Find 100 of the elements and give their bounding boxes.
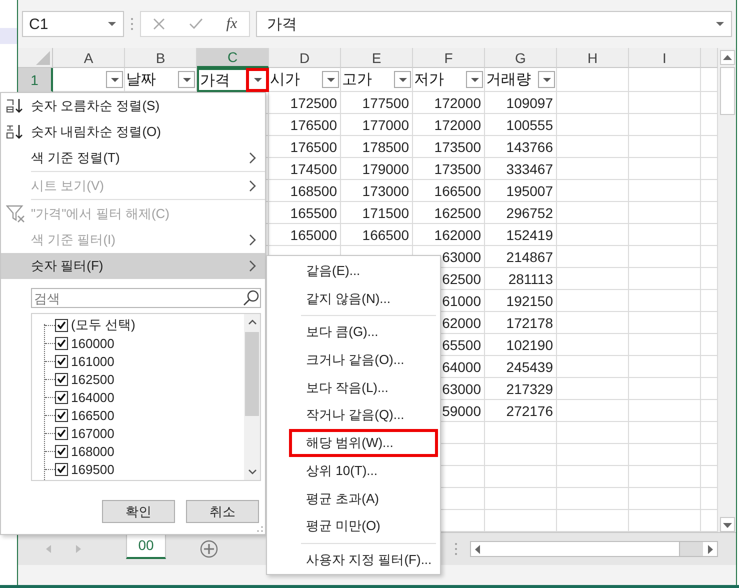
sheet-tab[interactable]: 00	[126, 533, 166, 559]
menu-item[interactable]: 사용자 지정 필터(F)...	[289, 546, 438, 574]
table-cell	[629, 422, 701, 444]
grip-icon[interactable]	[454, 542, 458, 556]
filter-dropdown-button[interactable]	[322, 71, 339, 88]
value-label[interactable]: 167000	[71, 426, 114, 440]
checkbox[interactable]	[55, 462, 68, 476]
check-icon[interactable]	[188, 18, 203, 30]
dialog-button[interactable]: 취소	[186, 500, 259, 523]
chevron-right-icon	[249, 152, 257, 164]
column-header[interactable]: C	[197, 48, 269, 68]
dropdown-arrow-icon	[254, 78, 262, 82]
table-cell: 165000	[269, 224, 341, 246]
menu-item[interactable]: 해당 범위(W)...	[289, 429, 438, 458]
dialog-button[interactable]: 확인	[102, 500, 175, 523]
table-cell: 192150	[485, 290, 557, 312]
table-cell: 102190	[485, 334, 557, 356]
value-label[interactable]: 166500	[71, 408, 114, 422]
table-cell: 165500	[269, 202, 341, 224]
scrollbar-thumb[interactable]	[245, 332, 259, 416]
value-label[interactable]: 164000	[71, 390, 114, 404]
scroll-down-button[interactable]	[720, 517, 734, 532]
up-chevron-icon[interactable]	[248, 319, 256, 325]
table-cell	[629, 488, 701, 510]
add-sheet-icon[interactable]	[200, 540, 218, 558]
checkbox[interactable]	[55, 426, 68, 440]
filter-dropdown-button[interactable]	[394, 71, 411, 88]
chevron-right-icon	[249, 260, 257, 272]
checkbox[interactable]	[55, 372, 68, 386]
filter-dropdown-button[interactable]	[466, 71, 483, 88]
table-cell: 333467	[485, 158, 557, 180]
right-arrow-icon[interactable]	[707, 544, 713, 554]
insert-function-button[interactable]: fx	[226, 16, 238, 32]
menu-item[interactable]: 평균 초과(A)	[289, 484, 438, 513]
header-label: 저가	[414, 70, 444, 89]
table-cell	[629, 202, 701, 224]
vertical-scrollbar[interactable]	[718, 48, 736, 532]
down-chevron-icon[interactable]	[248, 469, 256, 475]
column-header[interactable]: E	[341, 48, 413, 68]
menu-item[interactable]: 상위 10(T)...	[289, 457, 438, 485]
horizontal-scrollbar[interactable]	[470, 541, 718, 557]
filter-dropdown-button[interactable]	[178, 71, 195, 88]
scrollbar-thumb[interactable]	[720, 67, 734, 115]
table-cell: 173000	[341, 180, 413, 202]
value-label[interactable]: (모두 선택)	[71, 316, 136, 334]
value-label[interactable]: 162500	[71, 372, 114, 386]
clear-filter-icon	[6, 205, 26, 223]
column-header[interactable]: I	[629, 48, 701, 68]
table-cell	[629, 356, 701, 378]
table-cell	[485, 422, 557, 444]
table-cell	[629, 466, 701, 488]
column-header[interactable]: A	[53, 48, 125, 68]
column-header[interactable]: H	[557, 48, 629, 68]
menu-item[interactable]: 숫자 내림차순 정렬(O)	[1, 119, 265, 145]
value-label[interactable]: 160000	[71, 336, 114, 350]
checkbox[interactable]	[55, 390, 68, 404]
checkbox[interactable]	[55, 318, 68, 332]
table-cell	[629, 68, 701, 92]
filter-dropdown-button[interactable]	[246, 68, 269, 92]
menu-item[interactable]: 숫자 오름차순 정렬(S)	[1, 93, 265, 119]
column-header[interactable]: F	[413, 48, 485, 68]
menu-item[interactable]: 색 기준 정렬(T)	[1, 145, 265, 171]
column-header[interactable]: D	[269, 48, 341, 68]
left-arrow-icon[interactable]	[475, 544, 481, 554]
table-cell	[557, 202, 629, 224]
table-cell: 168500	[269, 180, 341, 202]
table-cell: 172000	[413, 114, 485, 136]
table-cell: 217329	[485, 378, 557, 400]
table-cell: 281113	[485, 268, 557, 290]
table-cell: 166500	[341, 224, 413, 246]
name-box[interactable]: C1	[22, 11, 124, 37]
search-field[interactable]: 검색	[31, 288, 261, 308]
caret-icon	[107, 21, 117, 27]
table-cell	[629, 378, 701, 400]
dropdown-arrow-icon	[110, 78, 118, 82]
table-cell: 296752	[485, 202, 557, 224]
resize-grip-icon[interactable]	[257, 526, 263, 532]
formula-field[interactable]: 가격	[256, 11, 732, 37]
checkbox[interactable]	[55, 354, 68, 368]
filter-dropdown-button[interactable]	[106, 71, 123, 88]
checkbox[interactable]	[55, 336, 68, 350]
value-label[interactable]: 161000	[71, 354, 114, 368]
row-header[interactable]: 1	[18, 68, 53, 92]
table-cell	[629, 224, 701, 246]
table-cell	[485, 488, 557, 510]
value-label[interactable]: 169500	[71, 462, 114, 476]
scroll-up-button[interactable]	[720, 50, 734, 65]
search-icon	[243, 290, 259, 306]
checkbox[interactable]	[55, 444, 68, 458]
menu-item[interactable]: 평균 미만(O)	[289, 512, 438, 540]
filter-dropdown-button[interactable]	[538, 71, 555, 88]
column-header[interactable]: G	[485, 48, 557, 68]
table-cell: 179000	[341, 158, 413, 180]
table-cell	[557, 444, 629, 466]
table-cell	[557, 92, 629, 114]
column-header[interactable]: B	[125, 48, 197, 68]
menu-item[interactable]: 숫자 필터(F)	[1, 253, 265, 279]
value-label[interactable]: 168000	[71, 444, 114, 458]
table-cell: 272176	[485, 400, 557, 422]
checkbox[interactable]	[55, 408, 68, 422]
